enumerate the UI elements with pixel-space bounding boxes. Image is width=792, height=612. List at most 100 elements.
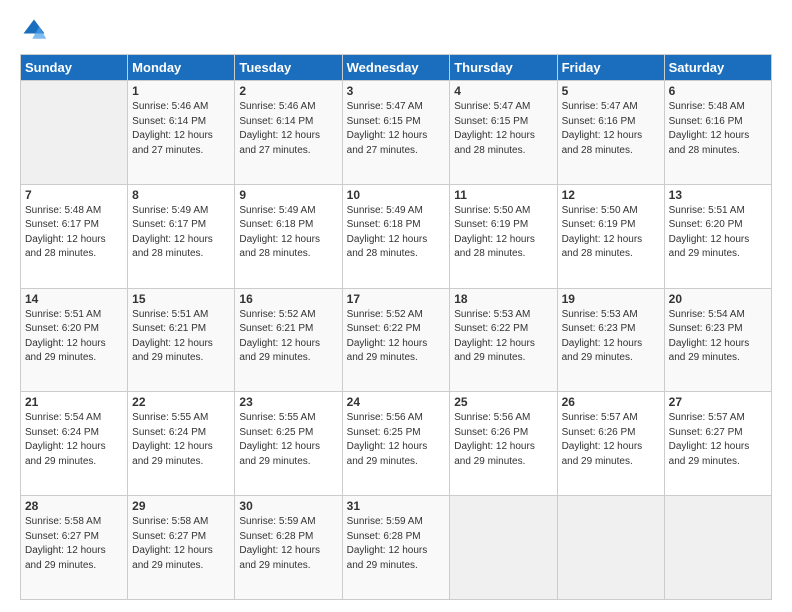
calendar-day-cell [557,496,664,600]
day-info: Sunrise: 5:53 AM Sunset: 6:22 PM Dayligh… [454,308,552,366]
calendar-day-cell: 16 Sunrise: 5:52 AM Sunset: 6:21 PM Dayli… [235,288,342,392]
weekday-header: Wednesday [342,55,450,81]
day-info: Sunrise: 5:48 AM Sunset: 6:16 PM Dayligh… [669,100,767,158]
day-number: 27 [669,395,767,409]
day-number: 9 [239,188,337,202]
day-number: 21 [25,395,123,409]
logo [20,16,52,44]
calendar-day-cell: 31 Sunrise: 5:59 AM Sunset: 6:28 PM Dayli… [342,496,450,600]
day-number: 19 [562,292,660,306]
day-number: 26 [562,395,660,409]
day-info: Sunrise: 5:59 AM Sunset: 6:28 PM Dayligh… [239,515,337,573]
weekday-header: Thursday [450,55,557,81]
day-info: Sunrise: 5:54 AM Sunset: 6:24 PM Dayligh… [25,411,123,469]
calendar-week-row: 21 Sunrise: 5:54 AM Sunset: 6:24 PM Dayli… [21,392,772,496]
day-number: 11 [454,188,552,202]
logo-icon [20,16,48,44]
day-info: Sunrise: 5:46 AM Sunset: 6:14 PM Dayligh… [239,100,337,158]
calendar-day-cell: 28 Sunrise: 5:58 AM Sunset: 6:27 PM Dayli… [21,496,128,600]
day-number: 25 [454,395,552,409]
day-info: Sunrise: 5:49 AM Sunset: 6:17 PM Dayligh… [132,204,230,262]
calendar-day-cell [664,496,771,600]
calendar-day-cell: 1 Sunrise: 5:46 AM Sunset: 6:14 PM Daylig… [128,81,235,185]
day-number: 1 [132,84,230,98]
calendar-day-cell: 3 Sunrise: 5:47 AM Sunset: 6:15 PM Daylig… [342,81,450,185]
weekday-header: Sunday [21,55,128,81]
day-number: 31 [347,499,446,513]
calendar-day-cell: 17Sunrise: 5:52 AM Sunset: 6:22 PM Dayli… [342,288,450,392]
day-info: Sunrise: 5:51 AM Sunset: 6:21 PM Dayligh… [132,308,230,366]
day-number: 24 [347,395,446,409]
day-number: 28 [25,499,123,513]
day-number: 17 [347,292,446,306]
calendar-day-cell: 22 Sunrise: 5:55 AM Sunset: 6:24 PM Dayli… [128,392,235,496]
day-number: 18 [454,292,552,306]
day-info: Sunrise: 5:51 AM Sunset: 6:20 PM Dayligh… [669,204,767,262]
calendar-header-row: SundayMondayTuesdayWednesdayThursdayFrid… [21,55,772,81]
day-info: Sunrise: 5:58 AM Sunset: 6:27 PM Dayligh… [132,515,230,573]
day-info: Sunrise: 5:46 AM Sunset: 6:14 PM Dayligh… [132,100,230,158]
day-number: 16 [239,292,337,306]
day-number: 2 [239,84,337,98]
calendar-week-row: 14Sunrise: 5:51 AM Sunset: 6:20 PM Dayli… [21,288,772,392]
day-number: 8 [132,188,230,202]
day-number: 14 [25,292,123,306]
day-info: Sunrise: 5:50 AM Sunset: 6:19 PM Dayligh… [454,204,552,262]
day-info: Sunrise: 5:50 AM Sunset: 6:19 PM Dayligh… [562,204,660,262]
day-info: Sunrise: 5:48 AM Sunset: 6:17 PM Dayligh… [25,204,123,262]
calendar-day-cell: 13 Sunrise: 5:51 AM Sunset: 6:20 PM Dayli… [664,184,771,288]
calendar-table: SundayMondayTuesdayWednesdayThursdayFrid… [20,54,772,600]
day-info: Sunrise: 5:57 AM Sunset: 6:26 PM Dayligh… [562,411,660,469]
calendar-day-cell: 5 Sunrise: 5:47 AM Sunset: 6:16 PM Daylig… [557,81,664,185]
day-info: Sunrise: 5:53 AM Sunset: 6:23 PM Dayligh… [562,308,660,366]
day-info: Sunrise: 5:56 AM Sunset: 6:26 PM Dayligh… [454,411,552,469]
day-number: 4 [454,84,552,98]
calendar-day-cell: 15 Sunrise: 5:51 AM Sunset: 6:21 PM Dayli… [128,288,235,392]
day-info: Sunrise: 5:52 AM Sunset: 6:21 PM Dayligh… [239,308,337,366]
day-info: Sunrise: 5:49 AM Sunset: 6:18 PM Dayligh… [239,204,337,262]
day-number: 7 [25,188,123,202]
weekday-header: Friday [557,55,664,81]
day-number: 15 [132,292,230,306]
day-number: 10 [347,188,446,202]
calendar-day-cell: 12Sunrise: 5:50 AM Sunset: 6:19 PM Dayli… [557,184,664,288]
calendar-week-row: 7 Sunrise: 5:48 AM Sunset: 6:17 PM Daylig… [21,184,772,288]
calendar-day-cell: 19 Sunrise: 5:53 AM Sunset: 6:23 PM Dayli… [557,288,664,392]
calendar-day-cell: 25 Sunrise: 5:56 AM Sunset: 6:26 PM Dayli… [450,392,557,496]
calendar-week-row: 28 Sunrise: 5:58 AM Sunset: 6:27 PM Dayli… [21,496,772,600]
day-number: 5 [562,84,660,98]
calendar-day-cell: 20Sunrise: 5:54 AM Sunset: 6:23 PM Dayli… [664,288,771,392]
calendar-day-cell: 4Sunrise: 5:47 AM Sunset: 6:15 PM Daylig… [450,81,557,185]
day-number: 30 [239,499,337,513]
calendar-day-cell: 14Sunrise: 5:51 AM Sunset: 6:20 PM Dayli… [21,288,128,392]
calendar-day-cell: 26 Sunrise: 5:57 AM Sunset: 6:26 PM Dayli… [557,392,664,496]
day-info: Sunrise: 5:55 AM Sunset: 6:25 PM Dayligh… [239,411,337,469]
day-number: 29 [132,499,230,513]
day-info: Sunrise: 5:58 AM Sunset: 6:27 PM Dayligh… [25,515,123,573]
calendar-day-cell: 11 Sunrise: 5:50 AM Sunset: 6:19 PM Dayli… [450,184,557,288]
calendar-day-cell: 6 Sunrise: 5:48 AM Sunset: 6:16 PM Daylig… [664,81,771,185]
calendar-day-cell: 30 Sunrise: 5:59 AM Sunset: 6:28 PM Dayli… [235,496,342,600]
day-info: Sunrise: 5:56 AM Sunset: 6:25 PM Dayligh… [347,411,446,469]
header [20,16,772,44]
day-info: Sunrise: 5:55 AM Sunset: 6:24 PM Dayligh… [132,411,230,469]
calendar-week-row: 1 Sunrise: 5:46 AM Sunset: 6:14 PM Daylig… [21,81,772,185]
day-info: Sunrise: 5:47 AM Sunset: 6:16 PM Dayligh… [562,100,660,158]
day-number: 3 [347,84,446,98]
day-number: 6 [669,84,767,98]
calendar-day-cell [21,81,128,185]
day-number: 22 [132,395,230,409]
calendar-day-cell: 8 Sunrise: 5:49 AM Sunset: 6:17 PM Daylig… [128,184,235,288]
calendar-day-cell: 2 Sunrise: 5:46 AM Sunset: 6:14 PM Daylig… [235,81,342,185]
day-number: 13 [669,188,767,202]
day-number: 20 [669,292,767,306]
day-info: Sunrise: 5:57 AM Sunset: 6:27 PM Dayligh… [669,411,767,469]
day-info: Sunrise: 5:47 AM Sunset: 6:15 PM Dayligh… [347,100,446,158]
calendar-day-cell: 18 Sunrise: 5:53 AM Sunset: 6:22 PM Dayli… [450,288,557,392]
calendar-day-cell: 21 Sunrise: 5:54 AM Sunset: 6:24 PM Dayli… [21,392,128,496]
day-info: Sunrise: 5:59 AM Sunset: 6:28 PM Dayligh… [347,515,446,573]
day-info: Sunrise: 5:49 AM Sunset: 6:18 PM Dayligh… [347,204,446,262]
weekday-header: Monday [128,55,235,81]
calendar-day-cell: 24 Sunrise: 5:56 AM Sunset: 6:25 PM Dayli… [342,392,450,496]
page: SundayMondayTuesdayWednesdayThursdayFrid… [0,0,792,612]
